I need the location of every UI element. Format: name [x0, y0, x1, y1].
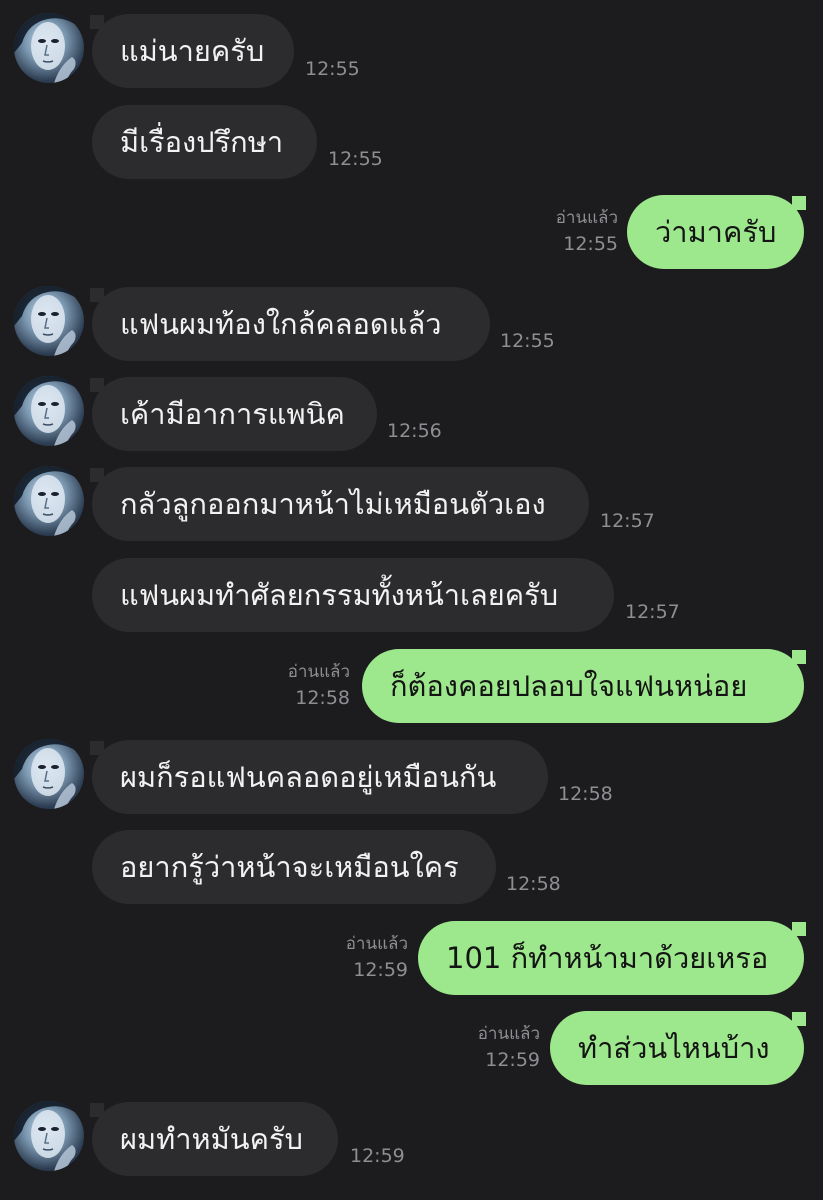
message-meta: อ่านแล้ว 12:55: [468, 206, 618, 258]
message-bubble[interactable]: มีเรื่องปรึกษา: [92, 105, 317, 179]
message-bubble[interactable]: ผมก็รอแฟนคลอดอยู่เหมือนกัน: [92, 740, 548, 814]
read-receipt: อ่านแล้ว: [287, 662, 350, 682]
message-time: 12:55: [305, 58, 360, 80]
message-meta: อ่านแล้ว 12:58: [200, 660, 350, 712]
message-bubble[interactable]: กลัวลูกออกมาหน้าไม่เหมือนตัวเอง: [92, 467, 589, 541]
message-bubble[interactable]: แม่นายครับ: [92, 14, 294, 88]
message-bubble[interactable]: อยากรู้ว่าหน้าจะเหมือนใคร: [92, 830, 496, 904]
message-time: 12:55: [500, 330, 555, 352]
read-receipt: อ่านแล้ว: [345, 934, 408, 954]
read-receipt: อ่านแล้ว: [555, 208, 618, 228]
read-receipt: อ่านแล้ว: [477, 1024, 540, 1044]
message-bubble[interactable]: แฟนผมท้องใกล้คลอดแล้ว: [92, 287, 490, 361]
message-time: 12:56: [387, 420, 442, 442]
message-time: 12:55: [563, 233, 618, 255]
message-time: 12:58: [295, 687, 350, 709]
message-meta: อ่านแล้ว 12:59: [258, 932, 408, 984]
message-bubble[interactable]: ทำส่วนไหนบ้าง: [550, 1011, 804, 1085]
message-bubble[interactable]: ผมทำหมันครับ: [92, 1102, 338, 1176]
message-time: 12:55: [328, 148, 383, 170]
message-time: 12:57: [625, 601, 680, 623]
message-time: 12:58: [506, 873, 561, 895]
avatar[interactable]: [14, 13, 84, 83]
message-time: 12:59: [353, 959, 408, 981]
message-bubble[interactable]: แฟนผมทำศัลยกรรมทั้งหน้าเลยครับ: [92, 558, 614, 632]
chat-thread: แม่นายครับ 12:55 มีเรื่องปรึกษา 12:55 ว่ามาค…: [0, 0, 823, 1200]
avatar[interactable]: [14, 739, 84, 809]
avatar[interactable]: [14, 376, 84, 446]
message-bubble[interactable]: เค้ามีอาการแพนิค: [92, 377, 377, 451]
message-time: 12:58: [558, 783, 613, 805]
message-bubble[interactable]: 101 ก็ทำหน้ามาด้วยเหรอ: [418, 921, 804, 995]
message-time: 12:57: [600, 510, 655, 532]
message-bubble[interactable]: ก็ต้องคอยปลอบใจแฟนหน่อย: [362, 649, 804, 723]
message-bubble[interactable]: ว่ามาครับ: [627, 195, 804, 269]
message-time: 12:59: [485, 1049, 540, 1071]
avatar[interactable]: [14, 1101, 84, 1171]
message-time: 12:59: [350, 1145, 405, 1167]
avatar[interactable]: [14, 466, 84, 536]
avatar[interactable]: [14, 286, 84, 356]
message-meta: อ่านแล้ว 12:59: [390, 1022, 540, 1074]
